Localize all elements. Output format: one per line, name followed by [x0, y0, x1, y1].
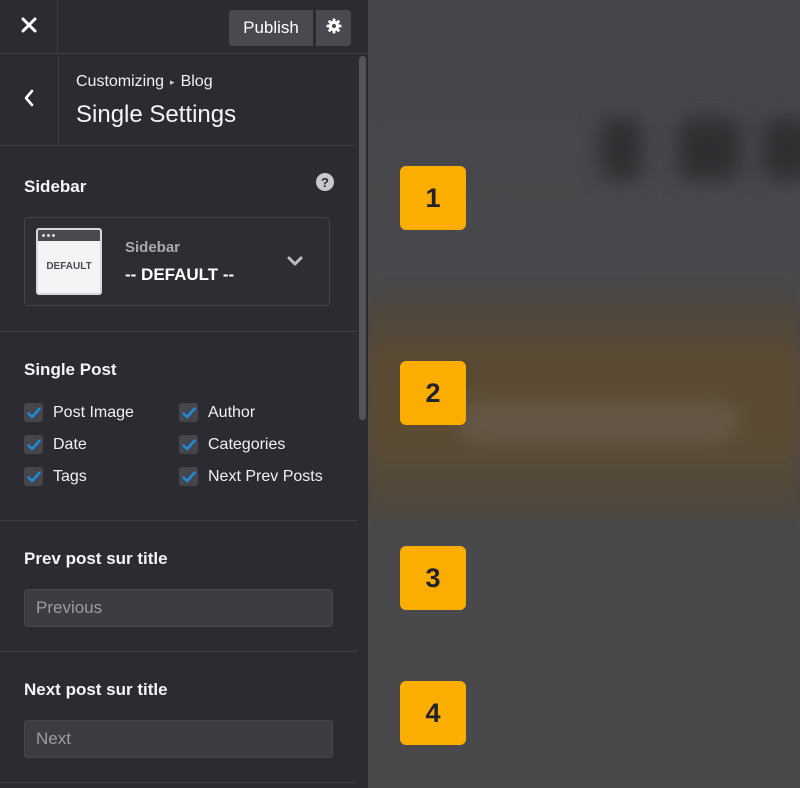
next-post-title-input[interactable]: [24, 720, 333, 758]
scrollbar-thumb[interactable]: [359, 56, 366, 420]
checkmark-icon: [181, 439, 196, 450]
breadcrumb: Customizing ▸ Blog: [76, 73, 213, 91]
prev-post-title-input[interactable]: [24, 589, 333, 627]
checkbox[interactable]: [24, 403, 43, 422]
option-label: Date: [53, 435, 87, 453]
option-tags[interactable]: Tags: [24, 467, 87, 486]
checkbox[interactable]: [179, 435, 198, 454]
badge-2: 2: [400, 361, 466, 425]
next-post-title-control: Next post sur title: [0, 652, 357, 783]
option-next-prev-posts[interactable]: Next Prev Posts: [179, 467, 323, 486]
option-label: Next Prev Posts: [208, 467, 323, 485]
preview-blurred-shape: [678, 118, 740, 180]
select-caption: Sidebar: [125, 239, 181, 256]
gear-icon: [326, 18, 342, 39]
close-icon: [21, 17, 37, 38]
select-value: -- DEFAULT --: [125, 265, 235, 284]
chevron-down-icon: [287, 254, 303, 266]
prev-post-title-label: Prev post sur title: [24, 549, 168, 568]
breadcrumb-root: Customizing: [76, 73, 165, 90]
checkmark-icon: [181, 407, 196, 418]
preview-blurred-shape: [600, 118, 642, 180]
back-button[interactable]: [0, 55, 59, 146]
preview-blurred-text: [458, 400, 738, 445]
checkbox[interactable]: [24, 467, 43, 486]
section-header: Customizing ▸ Blog Single Settings: [0, 55, 357, 146]
chevron-left-icon: [23, 89, 35, 112]
single-post-control: Single Post Post Image Author Date Categ…: [0, 332, 357, 521]
next-post-title-label: Next post sur title: [24, 680, 168, 699]
breadcrumb-current: Blog: [180, 73, 213, 90]
checkmark-icon: [26, 439, 41, 450]
checkmark-icon: [181, 471, 196, 482]
option-label: Categories: [208, 435, 286, 453]
checkmark-icon: [26, 407, 41, 418]
checkbox[interactable]: [179, 467, 198, 486]
customizer-panel: Publish Customizing ▸ Blog Single Settin…: [0, 0, 368, 788]
option-date[interactable]: Date: [24, 435, 87, 454]
publish-button[interactable]: Publish: [229, 10, 313, 46]
badge-4: 4: [400, 681, 466, 745]
sidebar-label: Sidebar: [24, 177, 87, 196]
layout-thumbnail: DEFAULT: [36, 228, 102, 295]
badge-3: 3: [400, 546, 466, 610]
option-label: Author: [208, 403, 256, 421]
checkbox[interactable]: [24, 435, 43, 454]
option-label: Post Image: [53, 403, 134, 421]
page-title: Single Settings: [76, 101, 237, 128]
customizer-topbar: Publish: [0, 0, 368, 54]
layout-thumbnail-label: DEFAULT: [46, 261, 92, 272]
publish-settings-button[interactable]: [316, 10, 351, 46]
single-post-label: Single Post: [24, 360, 117, 379]
sidebar-select[interactable]: DEFAULT Sidebar -- DEFAULT --: [24, 217, 330, 306]
checkbox[interactable]: [179, 403, 198, 422]
option-author[interactable]: Author: [179, 403, 255, 422]
option-label: Tags: [53, 467, 87, 485]
sidebar-control: Sidebar ? DEFAULT Sidebar -- DEFAULT --: [0, 146, 357, 332]
site-preview: 1 2 3 4: [368, 0, 800, 788]
preview-blurred-shape: [763, 118, 800, 180]
badge-1: 1: [400, 166, 466, 230]
option-categories[interactable]: Categories: [179, 435, 285, 454]
checkmark-icon: [26, 471, 41, 482]
prev-post-title-control: Prev post sur title: [0, 521, 357, 652]
breadcrumb-separator: ▸: [170, 76, 175, 87]
help-icon[interactable]: ?: [316, 173, 334, 191]
option-post-image[interactable]: Post Image: [24, 403, 134, 422]
close-button[interactable]: [0, 0, 58, 54]
